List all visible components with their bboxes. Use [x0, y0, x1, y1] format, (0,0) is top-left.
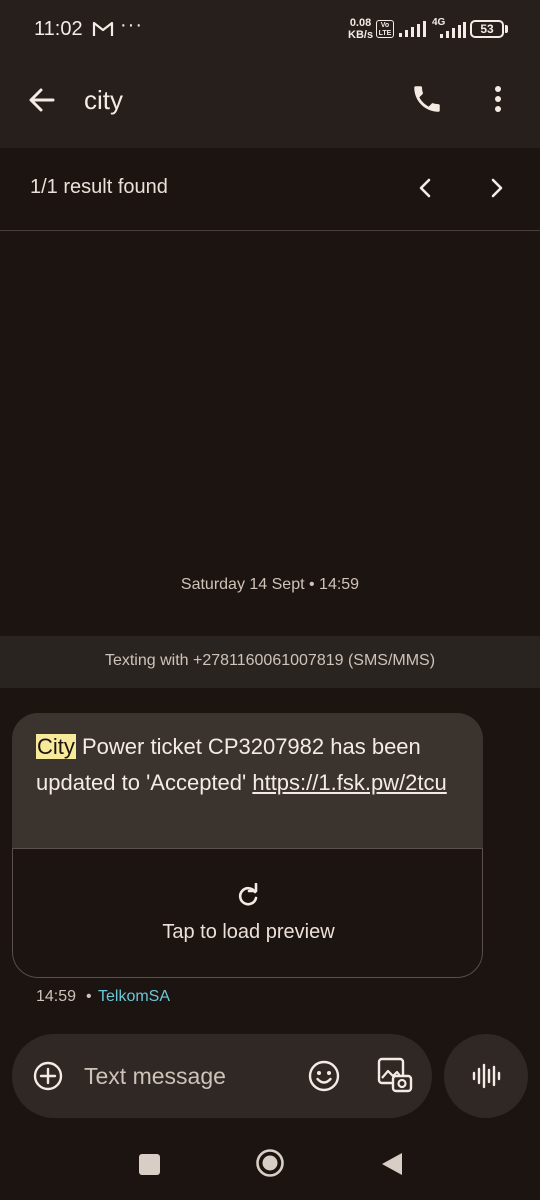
chevron-left-icon[interactable]: [412, 174, 440, 202]
phone-icon[interactable]: [410, 82, 444, 116]
signal-icon: [399, 21, 426, 37]
results-count: 1/1 result found: [30, 176, 168, 198]
message-link[interactable]: https://1.fsk.pw/2tcu: [252, 770, 446, 795]
gallery-icon[interactable]: [376, 1056, 414, 1094]
link-preview-card[interactable]: Tap to load preview: [12, 848, 483, 978]
battery-icon: 53: [470, 20, 504, 38]
texting-with-label: Texting with +2781160061007819 (SMS/MMS): [104, 652, 436, 669]
more-notifications-icon: ···: [120, 14, 143, 36]
battery-tip: [505, 25, 508, 33]
message-text: City Power ticket CP3207982 has been upd…: [36, 729, 466, 801]
signal-icon-2: [440, 22, 466, 38]
chevron-right-icon[interactable]: [482, 174, 510, 202]
status-time: 11:02: [34, 18, 83, 40]
search-highlight: City: [36, 734, 76, 759]
volte-icon: Vo LTE: [376, 20, 394, 38]
tap-to-load-preview: Tap to load preview: [162, 921, 335, 943]
date-separator: Saturday 14 Sept • 14:59: [180, 576, 360, 593]
search-query[interactable]: city: [84, 84, 123, 116]
waveform-icon: [472, 1063, 501, 1089]
add-attachment-icon[interactable]: [32, 1060, 64, 1092]
back-arrow-icon[interactable]: [26, 84, 58, 116]
network-speed: 0.08 KB/s: [348, 17, 374, 41]
more-options-icon[interactable]: [484, 82, 512, 116]
app-header: [0, 60, 540, 148]
message-time: 14:59: [36, 988, 77, 1005]
message-bubble[interactable]: City Power ticket CP3207982 has been upd…: [12, 713, 483, 978]
nav-back-icon[interactable]: [380, 1151, 404, 1177]
recents-icon[interactable]: [139, 1154, 160, 1175]
home-icon[interactable]: [255, 1148, 285, 1178]
refresh-icon: [238, 883, 258, 906]
message-sender[interactable]: TelkomSA: [98, 988, 170, 1006]
emoji-icon[interactable]: [307, 1059, 341, 1093]
message-input[interactable]: [84, 1058, 294, 1094]
gmail-icon: [92, 21, 114, 36]
meta-separator: •: [86, 988, 92, 1005]
